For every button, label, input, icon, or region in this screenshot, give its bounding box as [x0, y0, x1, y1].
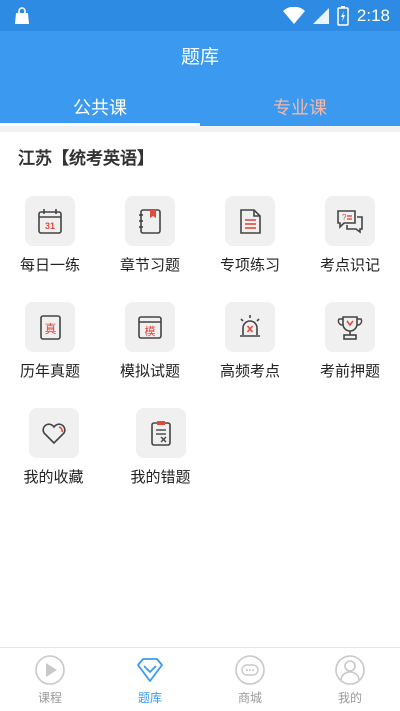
nav-label: 课程: [37, 691, 62, 705]
real-exam-icon: 真: [25, 302, 75, 352]
bottom-nav: 课程 题库 商城 我的: [0, 647, 400, 711]
status-time: 2:18: [356, 6, 390, 25]
tab-public-course[interactable]: 公共课: [0, 86, 200, 126]
grid-item-label: 高频考点: [219, 362, 280, 380]
grid-item-label: 专项练习: [219, 256, 280, 274]
grid-item-special-practice[interactable]: 专项练习: [200, 190, 300, 296]
grid-item-label: 我的收藏: [23, 468, 84, 486]
tab-major-course[interactable]: 专业课: [200, 86, 400, 126]
calendar-icon: 31: [25, 196, 75, 246]
battery-icon: [337, 6, 349, 26]
signal-icon: [312, 8, 329, 24]
function-grid: 31 每日一练 章节习题 专项练习 ? 考点识记 真 历年真题 模 模拟试题 高…: [0, 190, 400, 508]
list-document-icon: [225, 196, 275, 246]
nav-item-mine[interactable]: 我的: [300, 648, 400, 711]
chat-bubbles-icon: ?: [325, 196, 375, 246]
grid-item-daily-practice[interactable]: 31 每日一练: [0, 190, 100, 296]
chat-circle-icon: [235, 655, 265, 685]
grid-item-label: 每日一练: [19, 256, 80, 274]
svg-text:31: 31: [45, 221, 55, 231]
tab-bar: 公共课 专业课: [0, 86, 400, 126]
nav-item-mall[interactable]: 商城: [200, 648, 300, 711]
header: 题库 公共课 专业课: [0, 31, 400, 126]
nav-label: 商城: [237, 691, 262, 705]
section-divider: [0, 126, 400, 132]
wrong-clipboard-icon: [135, 408, 186, 458]
real-exam-glyph: 真: [44, 322, 56, 336]
section-title[interactable]: 江苏【统考英语】: [18, 144, 154, 169]
grid-item-label: 考点识记: [319, 256, 380, 274]
grid-item-my-mistakes[interactable]: 我的错题: [107, 402, 214, 508]
nav-label: 题库: [137, 691, 162, 705]
grid-item-label: 我的错题: [130, 468, 191, 486]
user-icon: [335, 655, 365, 685]
grid-item-label: 章节习题: [119, 256, 180, 274]
grid-item-past-exams[interactable]: 真 历年真题: [0, 296, 100, 402]
trophy-icon: [325, 302, 375, 352]
status-bar: 2:18: [0, 0, 400, 31]
status-right: 2:18: [282, 4, 390, 28]
play-icon: [35, 655, 65, 685]
grid-item-mock-exams[interactable]: 模 模拟试题: [100, 296, 200, 402]
grid-item-label: 模拟试题: [119, 362, 180, 380]
diamond-icon: [137, 658, 163, 682]
mock-exam-icon: 模: [125, 302, 175, 352]
wifi-icon: [282, 7, 305, 24]
grid-item-chapter-exercises[interactable]: 章节习题: [100, 190, 200, 296]
nav-item-question-bank[interactable]: 题库: [100, 648, 200, 711]
grid-item-label: 考前押题: [319, 362, 380, 380]
alarm-light-icon: [225, 302, 275, 352]
heart-icon: [28, 408, 79, 458]
nav-label: 我的: [337, 691, 362, 705]
shopping-bag-icon: [15, 7, 29, 24]
page-title: 题库: [180, 46, 219, 68]
grid-item-label: 历年真题: [19, 362, 80, 380]
mock-exam-glyph: 模: [145, 325, 156, 338]
nav-item-courses[interactable]: 课程: [0, 648, 100, 711]
grid-item-hot-points[interactable]: 高频考点: [200, 296, 300, 402]
svg-text:?: ?: [342, 213, 347, 222]
notebook-icon: [125, 196, 175, 246]
grid-item-key-points[interactable]: ? 考点识记: [300, 190, 400, 296]
grid-item-pre-exam-predictions[interactable]: 考前押题: [300, 296, 400, 402]
grid-item-my-favorites[interactable]: 我的收藏: [0, 402, 107, 508]
